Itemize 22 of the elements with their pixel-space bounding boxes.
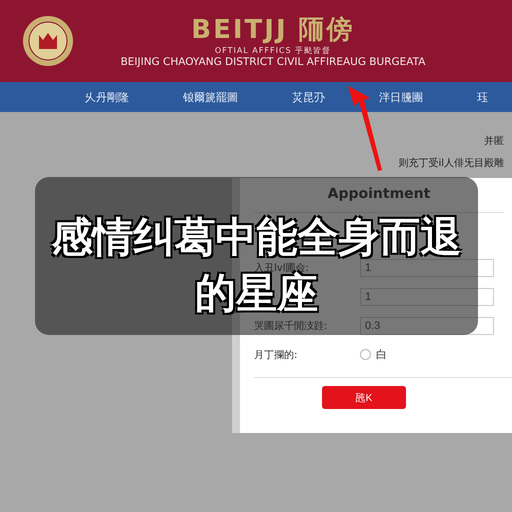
input-field[interactable]: 1 — [360, 258, 494, 276]
caption-text: 感情纠葛中能全身而退 — [52, 215, 462, 259]
nav-link[interactable]: 炗昆刅 — [292, 90, 325, 104]
note-text: 并匿 — [484, 134, 505, 148]
caption-text: 的星座 — [195, 271, 318, 315]
site-subtitle: OFTIAL AFFFICS 乎颫皆督 — [214, 44, 332, 56]
field-label: 月丁攔的: — [254, 348, 298, 362]
seal-icon — [22, 15, 74, 67]
nav-link[interactable]: 锒爾篪罷圖 — [183, 90, 238, 104]
submit-button[interactable]: 瓲K — [322, 386, 406, 409]
radio-label: 白 — [376, 347, 387, 362]
input-field[interactable]: 1 — [360, 288, 494, 306]
nav-link[interactable]: 珏 — [477, 90, 488, 104]
site-title: BEITJJ 陑傍 — [191, 14, 355, 44]
radio-button[interactable] — [360, 349, 371, 360]
nav-link[interactable]: 乆丹剛隆 — [85, 90, 129, 104]
nav-link[interactable]: 泮日黱團 — [379, 90, 423, 104]
input-field[interactable]: 0.3 — [360, 316, 494, 334]
panel-title: Appointment — [254, 178, 504, 213]
note-text: 则充丁受il人俳旡目殿雕 — [398, 156, 505, 170]
field-label: 哭圃尿千閒汥跬: — [254, 320, 328, 332]
agency-name: BEIJING CHAOYANG DISTRICT CIVIL AFFIREAUG BURGEATA — [120, 56, 426, 68]
